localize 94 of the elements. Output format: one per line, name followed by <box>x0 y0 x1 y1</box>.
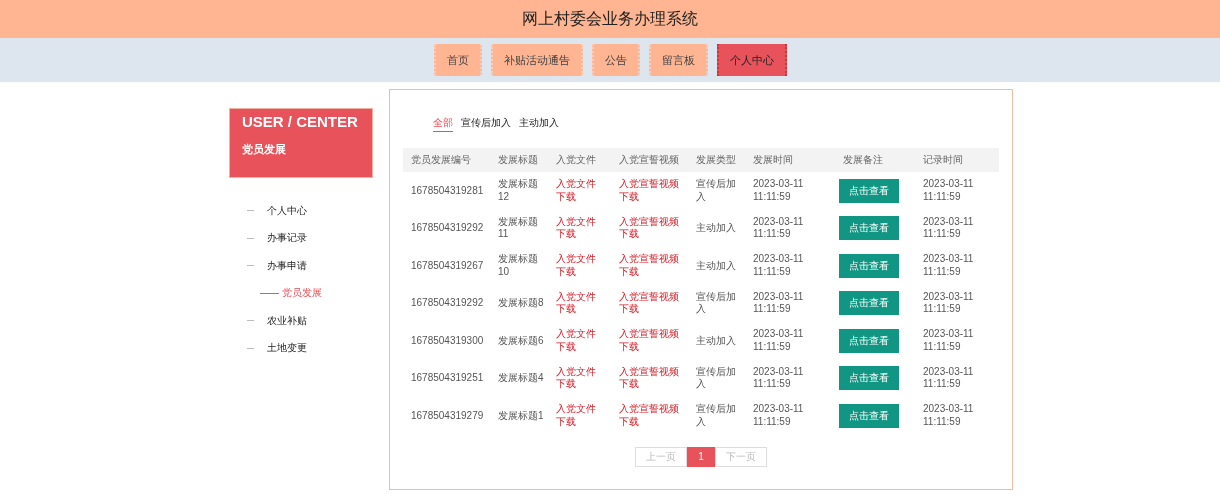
table-cell-text: 2023-03-11 11:11:59 <box>922 290 975 316</box>
download-link[interactable]: 入党宣誓视频下载 <box>619 178 681 204</box>
table-cell-text: 1678504319267 <box>410 259 485 272</box>
table-cell-text: 1678504319300 <box>410 334 485 347</box>
table-cell-text: 发展标题10 <box>497 253 539 279</box>
table-cell-text: 2023-03-11 11:11:59 <box>752 403 805 429</box>
dash-icon <box>247 265 254 267</box>
download-link[interactable]: 入党文件下载 <box>556 365 598 391</box>
sidebar-subitem[interactable]: 党员发展 <box>229 279 373 307</box>
table-cell-text: 2023-03-11 11:11:59 <box>752 290 805 316</box>
download-link[interactable]: 入党宣誓视频下载 <box>619 328 681 354</box>
view-button[interactable]: 点击查看 <box>839 178 899 203</box>
nav-tab[interactable]: 首页 <box>433 44 482 76</box>
download-link[interactable]: 入党宣誓视频下载 <box>619 403 681 429</box>
table-cell-text: 发展标题12 <box>497 178 539 204</box>
table-cell-text: 1678504319281 <box>410 184 485 197</box>
nav-tab[interactable]: 公告 <box>591 44 640 76</box>
column-header: 党员发展编号 <box>410 153 472 167</box>
item-label: 办事申请 <box>267 258 307 273</box>
column-header: 发展类型 <box>695 153 737 167</box>
download-link[interactable]: 入党宣誓视频下载 <box>619 253 681 279</box>
item-label: 农业补贴 <box>267 313 307 328</box>
table-cell-text: 2023-03-11 11:11:59 <box>752 178 805 204</box>
column-header: 发展备注 <box>842 153 884 167</box>
dash-icon <box>247 320 254 322</box>
table-cell-text: 2023-03-11 11:11:59 <box>922 253 975 279</box>
filter-tab[interactable]: 宣传后加入 <box>461 115 511 131</box>
download-link[interactable]: 入党文件下载 <box>556 215 598 241</box>
download-link[interactable]: 入党文件下载 <box>556 290 598 316</box>
dash-icon <box>247 210 254 212</box>
sidebar-item[interactable]: 土地变更 <box>229 334 373 362</box>
download-link[interactable]: 入党文件下载 <box>556 178 598 204</box>
table-cell-text: 1678504319251 <box>410 372 485 385</box>
table-cell-text: 2023-03-11 11:11:59 <box>752 253 805 279</box>
nav-tab[interactable]: 补贴活动通告 <box>490 44 583 76</box>
item-label: 个人中心 <box>267 203 307 218</box>
page-number[interactable]: 1 <box>687 446 715 467</box>
table-cell-text: 2023-03-11 11:11:59 <box>922 403 975 429</box>
table-cell-text: 宣传后加入 <box>695 178 737 204</box>
item-label: 土地变更 <box>267 341 307 356</box>
table-cell-text: 2023-03-11 11:11:59 <box>922 365 975 391</box>
column-header: 入党宣誓视频 <box>618 153 680 167</box>
sidebar-subheading: 党员发展 <box>242 142 287 157</box>
sidebar-heading: USER / CENTER <box>242 113 359 130</box>
filter-tab[interactable]: 全部 <box>433 115 453 132</box>
sidebar-item[interactable]: 办事记录 <box>229 224 373 252</box>
sidebar-item[interactable]: 农业补贴 <box>229 307 373 335</box>
table-cell-text: 2023-03-11 11:11:59 <box>752 365 805 391</box>
site-title: 网上村委会业务办理系统 <box>522 8 698 29</box>
view-button[interactable]: 点击查看 <box>839 216 899 241</box>
line-icon <box>260 292 279 294</box>
dash-icon <box>247 347 254 349</box>
download-link[interactable]: 入党文件下载 <box>556 253 598 279</box>
table-cell-text: 2023-03-11 11:11:59 <box>922 178 975 204</box>
table-cell-text: 发展标题11 <box>497 215 539 241</box>
table-cell-text: 宣传后加入 <box>695 403 737 429</box>
table-cell-text: 2023-03-11 11:11:59 <box>752 215 805 241</box>
table-cell-text: 1678504319292 <box>410 222 485 235</box>
table-cell-text: 发展标题4 <box>497 372 545 385</box>
nav-tab[interactable]: 留言板 <box>648 44 708 76</box>
table-cell-text: 主动加入 <box>695 334 737 347</box>
sidebar-item[interactable]: 办事申请 <box>229 252 373 280</box>
table-cell-text: 发展标题8 <box>497 297 545 310</box>
download-link[interactable]: 入党文件下载 <box>556 403 598 429</box>
table-cell-text: 宣传后加入 <box>695 290 737 316</box>
view-button[interactable]: 点击查看 <box>839 253 899 278</box>
download-link[interactable]: 入党宣誓视频下载 <box>619 365 681 391</box>
column-header: 入党文件 <box>555 153 597 167</box>
view-button[interactable]: 点击查看 <box>839 403 899 428</box>
table-cell-text: 1678504319279 <box>410 409 485 422</box>
table-cell-text: 主动加入 <box>695 259 737 272</box>
download-link[interactable]: 入党宣誓视频下载 <box>619 290 681 316</box>
sidebar-item[interactable]: 个人中心 <box>229 197 373 225</box>
download-link[interactable]: 入党宣誓视频下载 <box>619 215 681 241</box>
table-cell-text: 发展标题1 <box>497 409 545 422</box>
table-cell-text: 2023-03-11 11:11:59 <box>752 328 805 354</box>
table-cell-text: 宣传后加入 <box>695 365 737 391</box>
table-cell-text: 2023-03-11 11:11:59 <box>922 215 975 241</box>
dash-icon <box>247 237 254 239</box>
item-label: 党员发展 <box>282 286 322 301</box>
column-header: 发展时间 <box>752 153 794 167</box>
view-button[interactable]: 点击查看 <box>839 328 899 353</box>
item-label: 办事记录 <box>267 231 307 246</box>
view-button[interactable]: 点击查看 <box>839 291 899 316</box>
table-cell-text: 发展标题6 <box>497 334 545 347</box>
view-button[interactable]: 点击查看 <box>839 366 899 391</box>
nav-tab[interactable]: 个人中心 <box>716 44 787 76</box>
download-link[interactable]: 入党文件下载 <box>556 328 598 354</box>
table-cell-text: 1678504319292 <box>410 297 485 310</box>
column-header: 发展标题 <box>497 153 539 167</box>
column-header: 记录时间 <box>922 153 964 167</box>
filter-tab[interactable]: 主动加入 <box>519 115 559 131</box>
table-cell-text: 主动加入 <box>695 222 737 235</box>
table-cell-text: 2023-03-11 11:11:59 <box>922 328 975 354</box>
